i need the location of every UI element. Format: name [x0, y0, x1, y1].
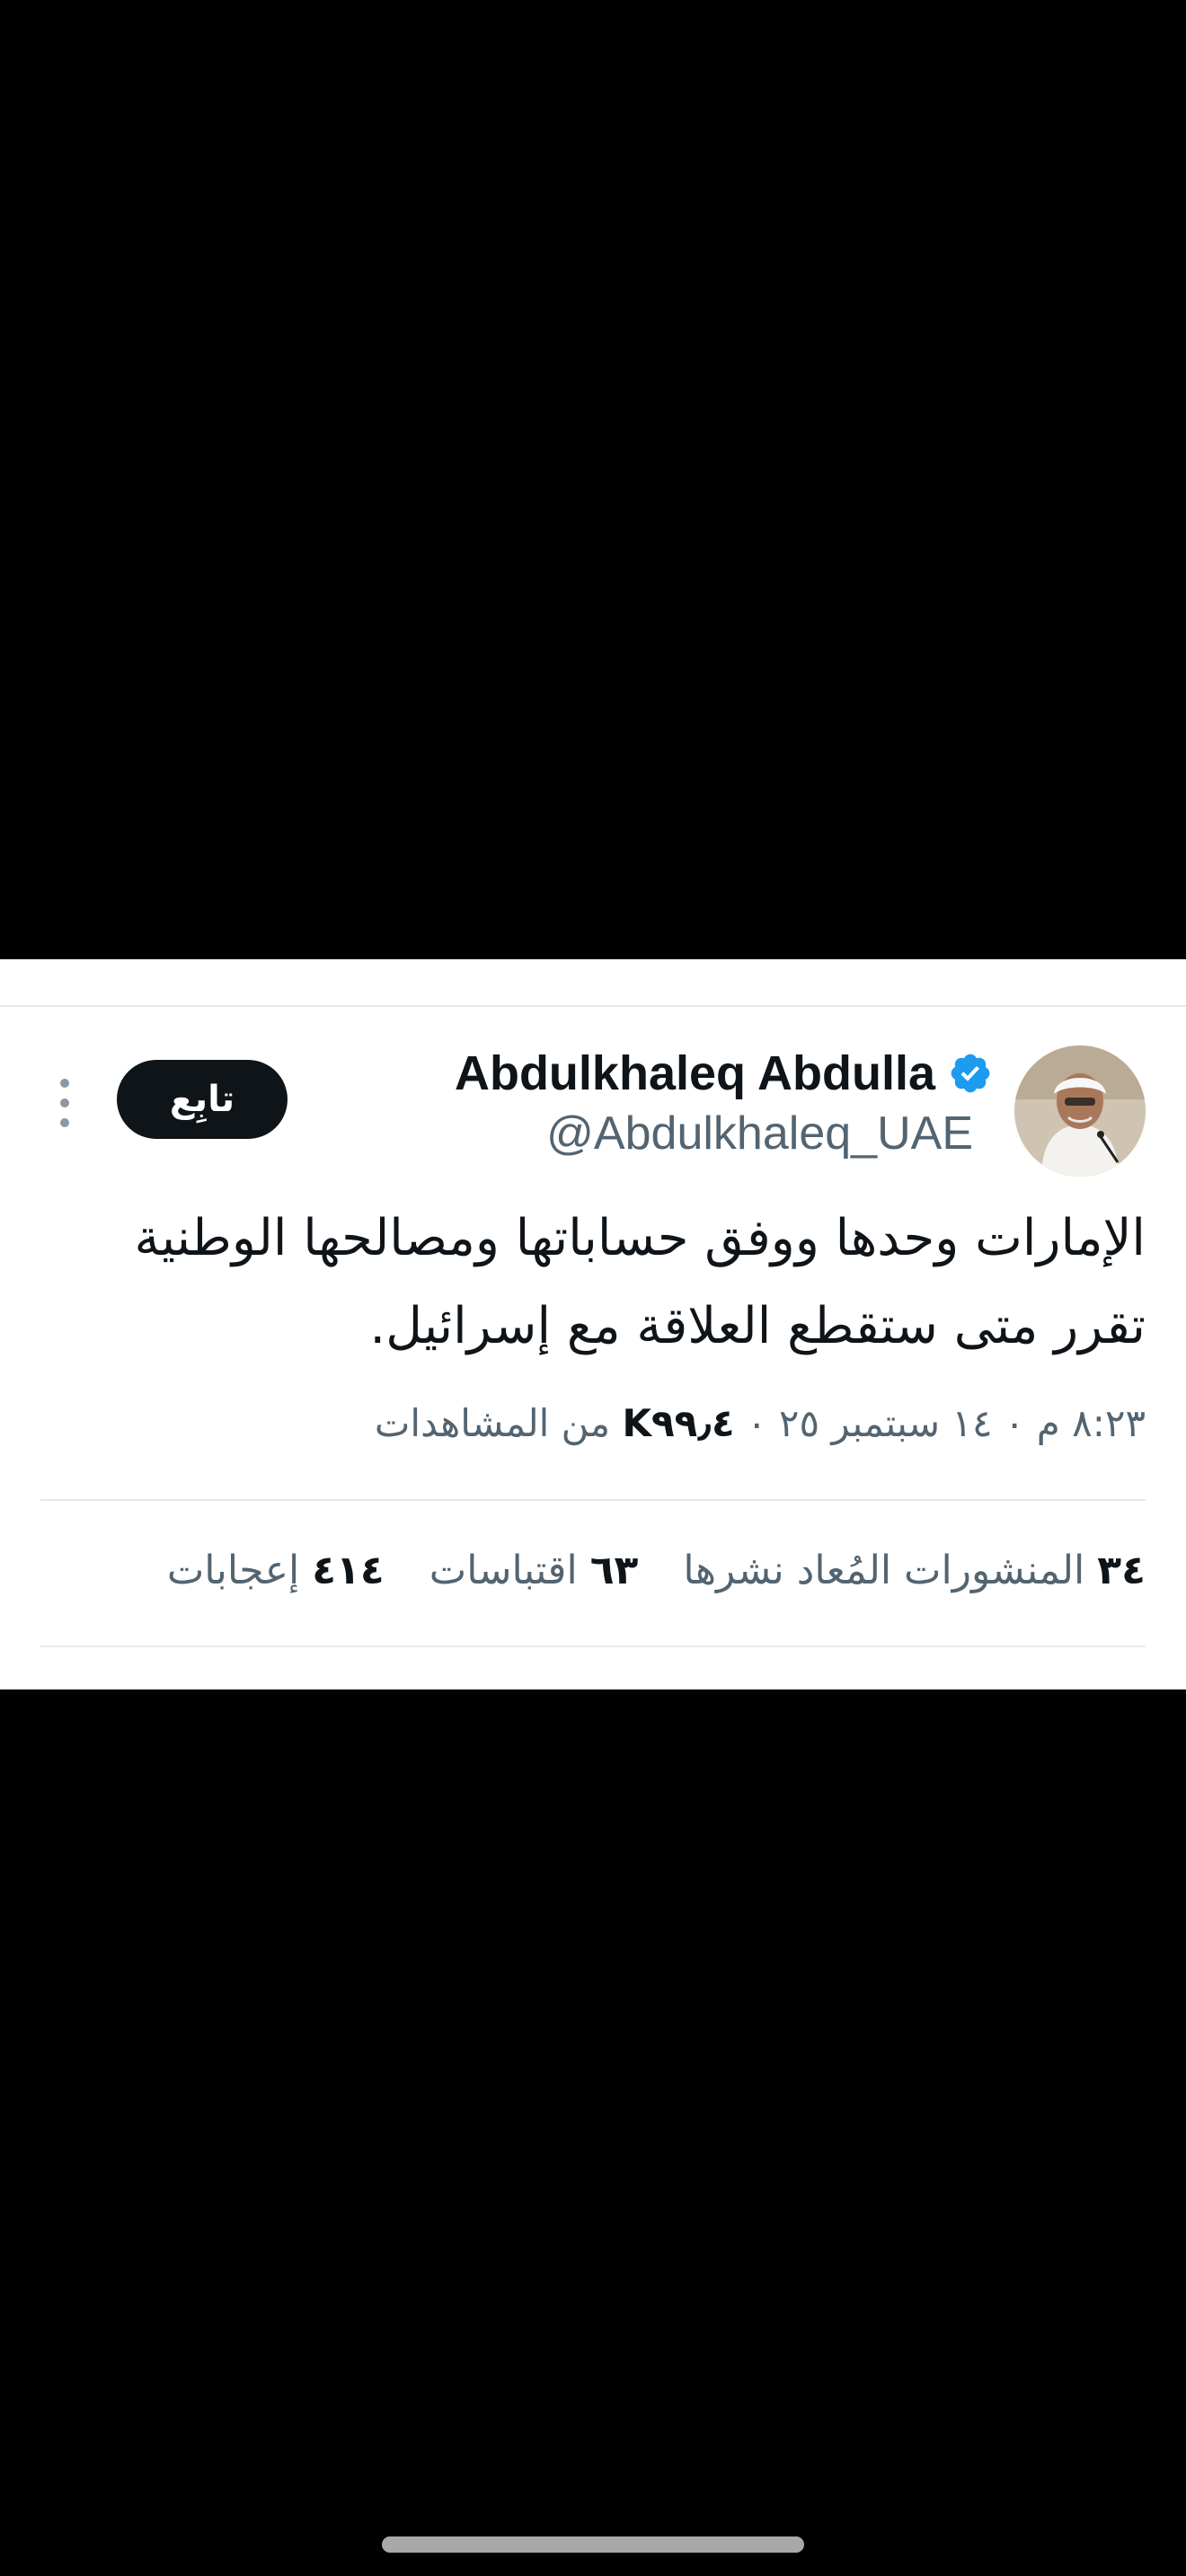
quotes-label: اقتباسات — [429, 1548, 578, 1593]
reposts-label: المنشورات المُعاد نشرها — [683, 1548, 1085, 1593]
screen: Abdulkhaleq Abdulla @Abdulkhaleq_UAE تاب… — [0, 0, 1186, 2576]
follow-button[interactable]: تابِع — [117, 1060, 288, 1139]
likes-count: ٤١٤ — [312, 1548, 385, 1593]
reposts-count: ٣٤ — [1097, 1548, 1146, 1593]
tweet-text-line-1: الإمارات وحدها ووفق حساباتها ومصالحها ال… — [134, 1209, 1146, 1267]
home-indicator[interactable] — [382, 2536, 804, 2553]
bottom-black-area — [0, 1689, 1186, 2576]
divider — [40, 1645, 1146, 1647]
card-top-divider — [0, 1005, 1186, 1007]
tweet-stats: ٣٤ المنشورات المُعاد نشرها ٦٣ اقتباسات ٤… — [167, 1548, 1146, 1595]
reposts-stat[interactable]: ٣٤ المنشورات المُعاد نشرها — [683, 1548, 1146, 1595]
tweet-card[interactable]: Abdulkhaleq Abdulla @Abdulkhaleq_UAE تاب… — [0, 959, 1186, 1689]
tweet-meta: ٨:٢٣ م ٠ ١٤ سبتمبر ٢٥ ٠ K٩٩٫٤ من المشاهد… — [375, 1401, 1146, 1446]
more-options-button[interactable] — [52, 1076, 77, 1130]
more-vertical-icon — [60, 1079, 69, 1127]
likes-label: إعجابات — [166, 1548, 300, 1593]
quotes-stat[interactable]: ٦٣ اقتباسات — [429, 1548, 639, 1595]
verified-badge-icon — [951, 1054, 990, 1093]
tweet-time-date[interactable]: ٨:٢٣ م ٠ ١٤ سبتمبر ٢٥ ٠ — [735, 1401, 1146, 1445]
quotes-count: ٦٣ — [589, 1548, 639, 1593]
likes-stat[interactable]: ٤١٤ إعجابات — [167, 1548, 385, 1595]
top-black-area — [0, 0, 1186, 959]
avatar-image — [1014, 1045, 1146, 1177]
author-name-row: Abdulkhaleq Abdulla — [455, 1049, 993, 1098]
tweet-text-line-2: تقرر متى ستقطع العلاقة مع إسرائيل. — [369, 1297, 1146, 1355]
avatar[interactable] — [1014, 1045, 1146, 1177]
author-handle[interactable]: @Abdulkhaleq_UAE — [546, 1110, 973, 1157]
tweet-text: الإمارات وحدها ووفق حساباتها ومصالحها ال… — [40, 1195, 1146, 1371]
author-display-name[interactable]: Abdulkhaleq Abdulla — [455, 1049, 935, 1098]
views-label: من المشاهدات — [374, 1401, 623, 1445]
divider — [40, 1499, 1146, 1501]
views-count: K٩٩٫٤ — [622, 1401, 735, 1445]
